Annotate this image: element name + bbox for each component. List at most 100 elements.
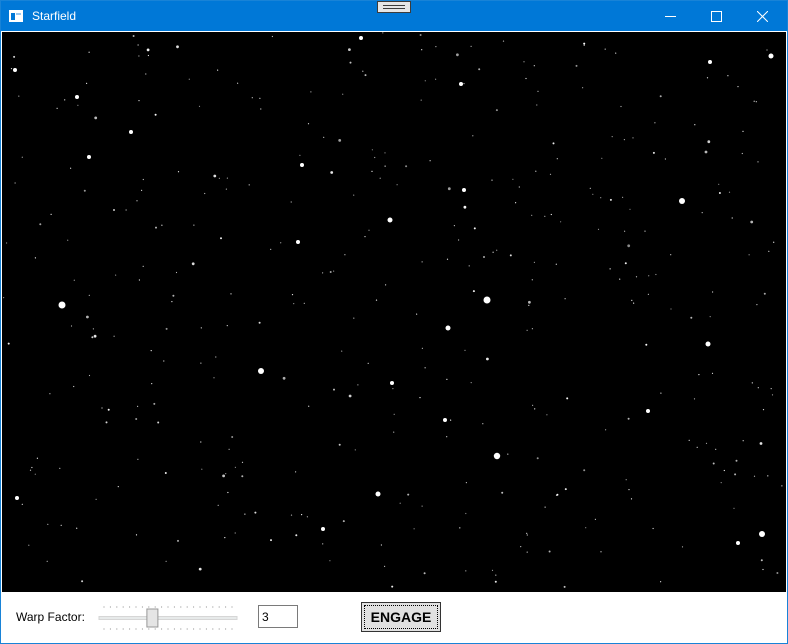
star xyxy=(226,325,228,327)
star xyxy=(290,514,293,516)
star xyxy=(94,335,96,337)
star xyxy=(589,187,591,189)
star xyxy=(550,213,552,216)
minimize-button[interactable] xyxy=(647,1,693,31)
controls-bar: Warp Factor: ENGAGE xyxy=(2,592,786,643)
star xyxy=(391,585,394,588)
star xyxy=(47,523,49,525)
star xyxy=(768,250,770,252)
star xyxy=(762,409,765,411)
star xyxy=(125,209,127,211)
star xyxy=(322,272,324,274)
star xyxy=(533,261,536,263)
star xyxy=(447,187,451,191)
star xyxy=(248,184,250,186)
star xyxy=(76,527,78,529)
star xyxy=(251,97,253,99)
star xyxy=(200,362,202,364)
star xyxy=(491,179,493,181)
star xyxy=(552,142,555,145)
star xyxy=(472,135,474,137)
star xyxy=(295,534,298,537)
star xyxy=(688,439,690,441)
star xyxy=(241,461,244,463)
star xyxy=(555,263,557,265)
star xyxy=(177,171,180,173)
star xyxy=(177,539,179,542)
star xyxy=(624,262,627,265)
star xyxy=(501,491,504,494)
star xyxy=(735,459,738,462)
window-app-icon xyxy=(9,9,23,22)
star xyxy=(491,569,494,572)
star xyxy=(759,442,763,445)
star xyxy=(155,226,157,229)
star xyxy=(615,52,617,54)
star xyxy=(70,325,73,327)
star xyxy=(531,328,534,330)
star xyxy=(502,40,505,42)
star xyxy=(435,46,437,48)
drag-grip-icon[interactable] xyxy=(377,1,411,13)
star xyxy=(509,254,512,257)
star xyxy=(357,384,359,386)
star xyxy=(601,157,603,159)
star xyxy=(757,387,759,389)
star xyxy=(470,45,472,47)
engage-button[interactable]: ENGAGE xyxy=(361,602,441,632)
star xyxy=(368,229,370,231)
star xyxy=(566,397,569,400)
star xyxy=(333,270,335,272)
star xyxy=(3,297,5,299)
close-button[interactable] xyxy=(739,1,785,31)
star xyxy=(113,209,115,211)
warp-factor-label: Warp Factor: xyxy=(16,610,85,624)
star xyxy=(75,95,79,99)
star xyxy=(407,493,410,496)
star xyxy=(13,68,17,72)
maximize-button[interactable] xyxy=(693,1,739,31)
star xyxy=(731,217,733,219)
star xyxy=(390,381,394,385)
star xyxy=(619,278,621,280)
star xyxy=(321,527,325,531)
warp-factor-slider[interactable] xyxy=(97,604,239,632)
star xyxy=(230,293,232,295)
star xyxy=(564,298,566,300)
star xyxy=(493,452,501,460)
title-bar[interactable]: Starfield xyxy=(1,1,787,31)
star xyxy=(258,368,264,374)
warp-factor-input[interactable] xyxy=(258,605,298,628)
star xyxy=(234,532,236,534)
star xyxy=(293,303,295,305)
star xyxy=(532,404,534,406)
star xyxy=(464,349,466,351)
star xyxy=(751,382,753,384)
star xyxy=(424,80,426,82)
star xyxy=(29,469,32,471)
star xyxy=(679,198,685,204)
star xyxy=(270,539,272,542)
star xyxy=(379,177,381,179)
star xyxy=(6,242,8,244)
star xyxy=(711,372,714,374)
star xyxy=(592,193,594,195)
star xyxy=(88,294,90,296)
star xyxy=(137,458,139,460)
star xyxy=(387,217,393,223)
star xyxy=(594,518,597,520)
star xyxy=(660,581,662,583)
star xyxy=(296,240,300,244)
star xyxy=(344,254,346,256)
star xyxy=(575,64,578,67)
slider-thumb[interactable] xyxy=(146,608,159,628)
star xyxy=(535,170,537,172)
star xyxy=(718,183,720,185)
star xyxy=(218,177,220,179)
star xyxy=(770,388,772,390)
star xyxy=(399,502,401,504)
star xyxy=(413,528,415,530)
star xyxy=(755,101,757,103)
star xyxy=(382,32,384,34)
star xyxy=(153,402,156,405)
